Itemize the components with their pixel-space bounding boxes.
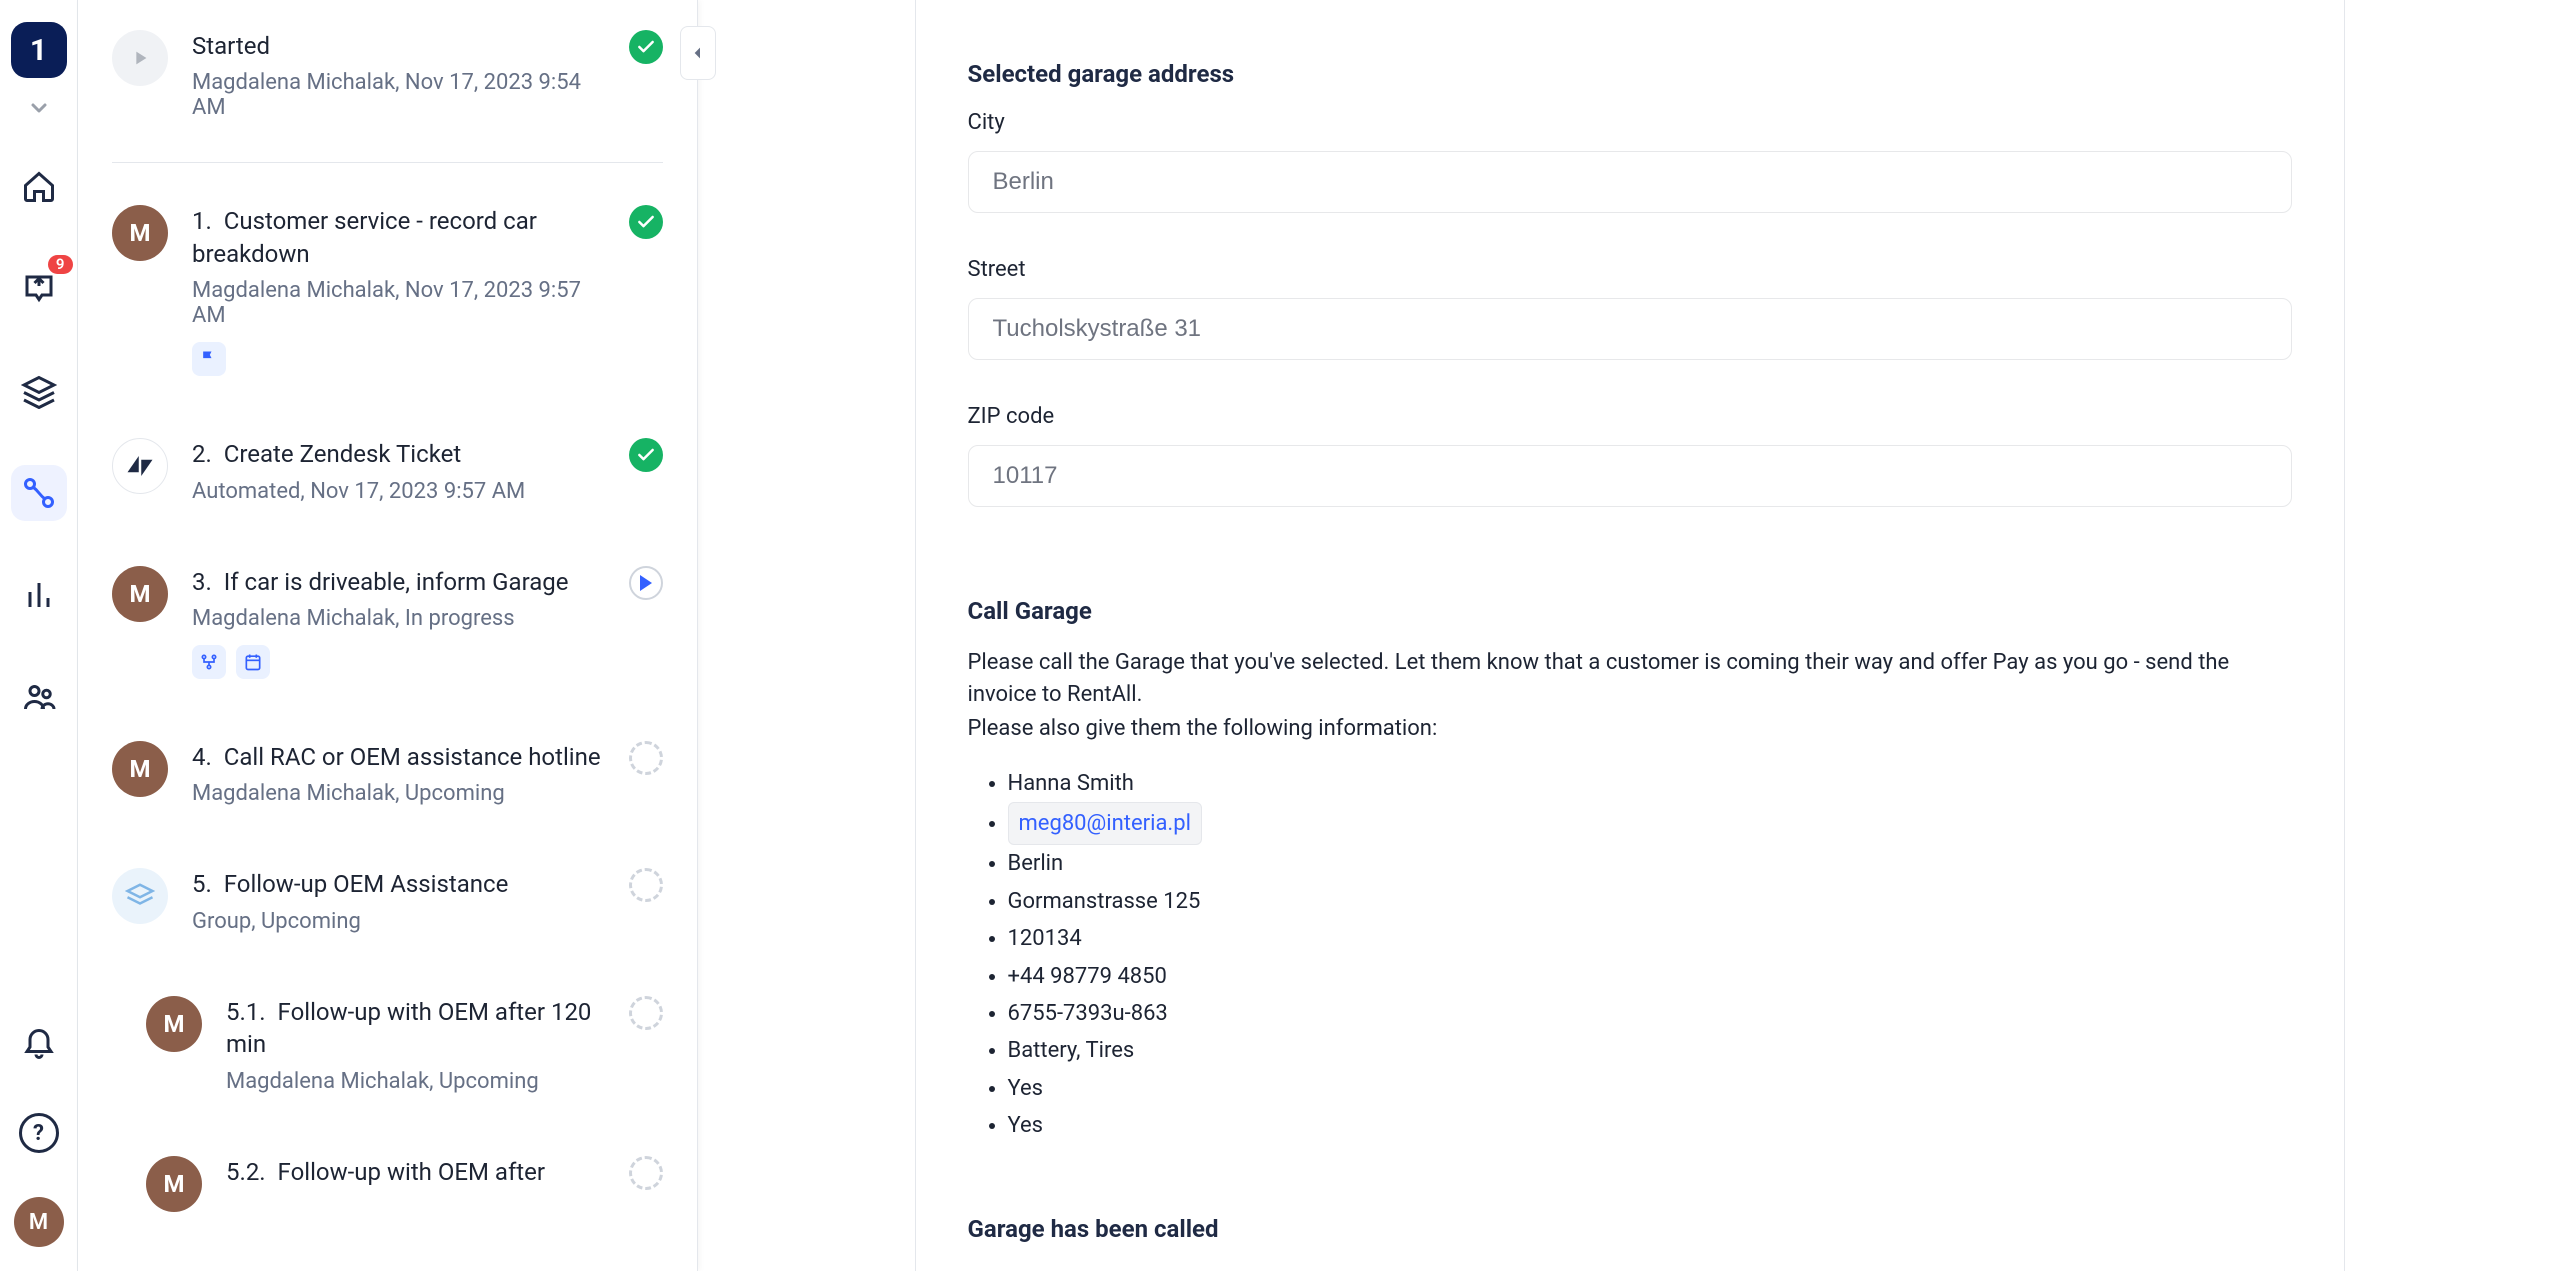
content-column[interactable]: Selected garage address City Street ZIP … bbox=[915, 0, 2345, 1271]
task-title: 1. Customer service - record car breakdo… bbox=[192, 205, 605, 270]
section-title-garage-address: Selected garage address bbox=[968, 60, 2292, 88]
email-link[interactable]: meg80@interia.pl bbox=[1008, 802, 1202, 845]
task-4[interactable]: M 4. Call RAC or OEM assistance hotline … bbox=[112, 741, 663, 806]
customer-info-list: Hanna Smith meg80@interia.pl Berlin Gorm… bbox=[968, 765, 2292, 1145]
left-rail: 1 9 ? M bbox=[0, 0, 78, 1271]
task-title: 5.1. Follow-up with OEM after 120 min bbox=[226, 996, 605, 1061]
avatar-icon: M bbox=[146, 996, 202, 1052]
info-parts: Battery, Tires bbox=[1008, 1032, 2292, 1069]
input-street[interactable] bbox=[968, 298, 2292, 360]
task-title: 4. Call RAC or OEM assistance hotline bbox=[192, 741, 605, 773]
task-meta: Group, Upcoming bbox=[192, 909, 605, 934]
avatar-icon: M bbox=[112, 205, 168, 261]
flag-icon[interactable] bbox=[192, 342, 226, 376]
info-email: meg80@interia.pl bbox=[1008, 802, 2292, 845]
nav-help[interactable]: ? bbox=[19, 1113, 59, 1153]
task-panel: Started Magdalena Michalak, Nov 17, 2023… bbox=[78, 0, 698, 1271]
task-1[interactable]: M 1. Customer service - record car break… bbox=[112, 205, 663, 376]
nav-user-avatar[interactable]: M bbox=[14, 1197, 64, 1247]
label-city: City bbox=[968, 110, 2292, 135]
input-city[interactable] bbox=[968, 151, 2292, 213]
status-upcoming-icon bbox=[629, 996, 663, 1030]
workspace-initial: 1 bbox=[30, 33, 47, 68]
task-meta: Magdalena Michalak, Nov 17, 2023 9:57 AM bbox=[192, 278, 605, 328]
layers-icon bbox=[112, 868, 168, 924]
status-complete-icon bbox=[629, 30, 663, 64]
info-street: Gormanstrasse 125 bbox=[1008, 883, 2292, 920]
status-in-progress-icon bbox=[629, 566, 663, 600]
section-title-call-garage: Call Garage bbox=[968, 597, 2292, 625]
task-started[interactable]: Started Magdalena Michalak, Nov 17, 2023… bbox=[112, 30, 663, 163]
rail-nav: 9 bbox=[0, 159, 77, 725]
section-title-garage-called: Garage has been called bbox=[968, 1215, 2292, 1243]
calendar-icon[interactable] bbox=[236, 645, 270, 679]
avatar-icon: M bbox=[112, 741, 168, 797]
task-title: 3. If car is driveable, inform Garage bbox=[192, 566, 605, 598]
label-zip: ZIP code bbox=[968, 404, 2292, 429]
branch-icon[interactable] bbox=[192, 645, 226, 679]
label-street: Street bbox=[968, 257, 2292, 282]
avatar-icon: M bbox=[112, 566, 168, 622]
call-garage-paragraph-1: Please call the Garage that you've selec… bbox=[968, 647, 2292, 711]
nav-home[interactable] bbox=[11, 159, 67, 215]
task-meta: Magdalena Michalak, Upcoming bbox=[192, 781, 605, 806]
info-yes2: Yes bbox=[1008, 1107, 2292, 1144]
task-5-2[interactable]: M 5.2. Follow-up with OEM after bbox=[112, 1156, 663, 1212]
nav-inbox[interactable]: 9 bbox=[11, 261, 67, 317]
collapse-panel-button[interactable] bbox=[680, 26, 716, 80]
task-meta: Automated, Nov 17, 2023 9:57 AM bbox=[192, 479, 605, 504]
status-upcoming-icon bbox=[629, 868, 663, 902]
nav-layers[interactable] bbox=[11, 363, 67, 419]
info-name: Hanna Smith bbox=[1008, 765, 2292, 802]
status-complete-icon bbox=[629, 205, 663, 239]
status-upcoming-icon bbox=[629, 741, 663, 775]
nav-team[interactable] bbox=[11, 669, 67, 725]
nav-workflows[interactable] bbox=[11, 465, 67, 521]
task-meta: Magdalena Michalak, In progress bbox=[192, 606, 605, 631]
info-ref: 6755-7393u-863 bbox=[1008, 995, 2292, 1032]
avatar-icon: M bbox=[146, 1156, 202, 1212]
main-area: Selected garage address City Street ZIP … bbox=[698, 0, 2561, 1271]
task-list[interactable]: Started Magdalena Michalak, Nov 17, 2023… bbox=[78, 0, 697, 1271]
task-title: 5. Follow-up OEM Assistance bbox=[192, 868, 605, 900]
nav-analytics[interactable] bbox=[11, 567, 67, 623]
play-icon bbox=[112, 30, 168, 86]
nav-notifications[interactable] bbox=[11, 1013, 67, 1069]
status-upcoming-icon bbox=[629, 1156, 663, 1190]
info-zip: 120134 bbox=[1008, 920, 2292, 957]
task-5[interactable]: 5. Follow-up OEM Assistance Group, Upcom… bbox=[112, 868, 663, 933]
task-2[interactable]: 2. Create Zendesk Ticket Automated, Nov … bbox=[112, 438, 663, 503]
info-phone: +44 98779 4850 bbox=[1008, 958, 2292, 995]
task-title: Started bbox=[192, 30, 605, 62]
workspace-badge[interactable]: 1 bbox=[11, 22, 67, 78]
task-title: 5.2. Follow-up with OEM after bbox=[226, 1156, 605, 1188]
workspace-switcher-caret[interactable] bbox=[27, 96, 51, 125]
inbox-badge: 9 bbox=[48, 255, 73, 274]
task-title: 2. Create Zendesk Ticket bbox=[192, 438, 605, 470]
call-garage-paragraph-2: Please also give them the following info… bbox=[968, 713, 2292, 745]
info-city: Berlin bbox=[1008, 845, 2292, 882]
task-3[interactable]: M 3. If car is driveable, inform Garage … bbox=[112, 566, 663, 679]
task-5-1[interactable]: M 5.1. Follow-up with OEM after 120 min … bbox=[112, 996, 663, 1094]
input-zip[interactable] bbox=[968, 445, 2292, 507]
rail-bottom: ? M bbox=[11, 1013, 67, 1271]
task-meta: Magdalena Michalak, Upcoming bbox=[226, 1069, 605, 1094]
task-meta: Magdalena Michalak, Nov 17, 2023 9:54 AM bbox=[192, 70, 605, 120]
status-complete-icon bbox=[629, 438, 663, 472]
zendesk-icon bbox=[112, 438, 168, 494]
info-yes1: Yes bbox=[1008, 1070, 2292, 1107]
